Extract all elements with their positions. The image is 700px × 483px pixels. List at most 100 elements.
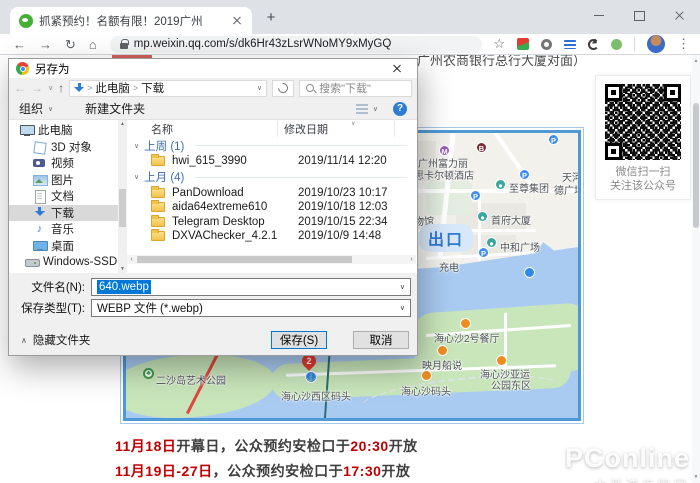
organize-dropdown-icon[interactable]: ∨ (48, 105, 53, 113)
scrollbar-down-icon[interactable]: ▼ (118, 266, 127, 272)
extension-downloader-icon[interactable] (517, 38, 529, 50)
maximize-icon[interactable] (634, 10, 644, 20)
scrollbar-down-icon[interactable]: ▼ (692, 474, 700, 480)
address-dropdown-icon[interactable]: ∨ (257, 84, 262, 92)
page-scrollbar-thumb[interactable] (693, 103, 699, 228)
map-label-hotel2: 思卡尔顿酒店 (414, 167, 474, 182)
address-breadcrumb[interactable]: > 此电脑 > 下载 ∨ (69, 80, 267, 97)
organize-button[interactable]: 组织 (19, 100, 43, 117)
dialog-close-icon[interactable] (384, 59, 410, 78)
help-button[interactable]: ? (393, 102, 407, 116)
sidebar-scrollbar[interactable]: ▲ ▼ (118, 120, 127, 273)
nav-history-chevron-icon[interactable]: ∨ (48, 85, 53, 92)
save-type-dropdown-icon[interactable]: ∨ (400, 304, 405, 312)
group-header-last-week[interactable]: ∨ 上周 (1) (127, 137, 417, 154)
filename-row: 文件名(N): 640.webp ∨ (9, 278, 411, 296)
group-collapse-icon[interactable]: ∨ (134, 173, 139, 181)
breadcrumb-this-pc[interactable]: 此电脑 (95, 80, 130, 96)
sidebar-item-3d-objects[interactable]: 3D 对象 (9, 139, 127, 156)
page-scrollbar[interactable]: ▲ ▼ (692, 55, 700, 483)
back-icon[interactable]: ← (13, 38, 26, 51)
new-folder-button[interactable]: 新建文件夹 (85, 100, 145, 117)
close-window-icon[interactable] (674, 10, 684, 20)
watermark-logo: PConline (565, 443, 690, 474)
file-row[interactable]: Telegram Desktop 2019/10/15 22:34 (127, 215, 417, 230)
filename-value[interactable]: 640.webp (97, 280, 151, 294)
map-label-zhonghe: 中和广场 (500, 239, 540, 254)
restaurant-icon (460, 318, 471, 329)
hscrollbar-thumb[interactable] (137, 256, 352, 263)
extension-green-icon[interactable] (611, 39, 622, 50)
dialog-titlebar[interactable]: 另存为 (9, 59, 417, 78)
cancel-button[interactable]: 取消 (353, 331, 409, 349)
minimize-icon[interactable] (594, 10, 604, 20)
view-dropdown-icon[interactable]: ∨ (373, 105, 378, 113)
file-row[interactable]: aida64extreme610 2019/10/18 12:03 (127, 200, 417, 215)
forward-icon[interactable]: → (39, 38, 52, 51)
save-type-select[interactable]: WEBP 文件 (*.webp) ∨ (91, 299, 411, 317)
new-tab-button[interactable]: + (262, 9, 280, 27)
nav-back-icon[interactable]: ← (14, 82, 26, 94)
home-icon[interactable]: ⌂ (89, 38, 97, 51)
qr-finder-icon (605, 84, 622, 101)
sidebar-label: 视频 (51, 155, 74, 171)
sidebar-item-pictures[interactable]: 图片 (9, 172, 127, 189)
file-list-hscrollbar[interactable]: ‹ › (127, 255, 416, 264)
file-row[interactable]: PanDownload 2019/10/23 10:17 (127, 186, 417, 201)
group-header-last-month[interactable]: ∨ 上月 (4) (127, 169, 417, 186)
qr-code (605, 84, 681, 160)
bookmark-star-icon[interactable]: ☆ (493, 36, 505, 52)
sidebar-item-documents[interactable]: 文档 (9, 188, 127, 205)
view-mode-icon[interactable] (356, 104, 368, 114)
reload-icon[interactable]: ↻ (65, 38, 76, 51)
file-name: hwi_615_3990 (172, 155, 298, 167)
scroll-left-icon[interactable]: ‹ (127, 255, 136, 264)
breadcrumb-downloads[interactable]: 下载 (141, 80, 164, 96)
scroll-right-icon[interactable]: › (407, 255, 416, 264)
sidebar-item-desktop[interactable]: 桌面 (9, 238, 127, 255)
file-row[interactable]: DXVAChecker_4.2.1 2019/10/9 14:48 (127, 229, 417, 244)
crumb-separator: > (87, 83, 92, 93)
save-button[interactable]: 保存(S) (271, 331, 327, 349)
sidebar-item-windows-ssd[interactable]: Windows-SSD (∨ (9, 254, 127, 271)
map-label-west-pier: 海心沙西区码头 (281, 388, 351, 403)
browser-menu-icon[interactable]: ⋮ (677, 36, 690, 52)
nav-forward-icon[interactable]: → (31, 82, 43, 94)
column-header-name[interactable]: 名称 (127, 121, 277, 137)
hide-folders-button[interactable]: ∧ 隐藏文件夹 (21, 332, 90, 348)
tab-close-icon[interactable] (231, 15, 243, 27)
extension-stripes-icon[interactable] (564, 40, 576, 49)
schedule-text: 开放 (381, 463, 410, 479)
sidebar-item-videos[interactable]: 视频 (9, 155, 127, 172)
nav-up-icon[interactable]: ↑ (58, 82, 64, 94)
map-label-yayun2: 公园东区 (491, 377, 531, 392)
extension-ring-icon[interactable] (541, 39, 552, 50)
filename-dropdown-icon[interactable]: ∨ (400, 283, 405, 291)
sidebar-item-music[interactable]: ♪音乐 (9, 221, 127, 238)
sidebar-label: 文档 (51, 188, 74, 204)
address-bar[interactable]: mp.weixin.qq.com/s/dk6Hr43zLsrWNoMY9xMyG… (110, 36, 482, 53)
search-box[interactable]: 搜索"下载" (299, 80, 412, 97)
file-row[interactable]: hwi_615_3990 2019/11/14 12:20 (127, 154, 417, 169)
file-name: DXVAChecker_4.2.1 (172, 230, 298, 242)
group-collapse-icon[interactable]: ∨ (134, 142, 139, 150)
refresh-button[interactable] (272, 80, 294, 97)
scrollbar-up-icon[interactable]: ▲ (692, 58, 700, 64)
sidebar-scrollbar-thumb[interactable] (119, 189, 126, 227)
group-divider (195, 177, 407, 178)
sort-chevron-icon[interactable]: ∨ (351, 120, 355, 127)
navigation-pane: 此电脑 3D 对象 视频 图片 文档 下载 ♪音乐 桌面 Windows-SSD… (9, 120, 127, 273)
sidebar-label: 下载 (51, 205, 74, 221)
profile-avatar[interactable] (647, 35, 665, 53)
scrollbar-up-icon[interactable]: ▲ (118, 121, 127, 127)
filename-input[interactable]: 640.webp ∨ (91, 278, 411, 296)
sidebar-item-this-pc[interactable]: 此电脑 (9, 122, 127, 139)
sidebar-item-downloads[interactable]: 下载 (9, 205, 127, 222)
column-header-date[interactable]: 修改日期 (277, 121, 395, 137)
parking-icon: P (478, 247, 489, 258)
browser-tab[interactable]: 抓紧预约！名额有限！2019广州 (10, 7, 252, 34)
parking-icon: P (519, 169, 530, 180)
url-text[interactable]: mp.weixin.qq.com/s/dk6Hr43zLsrWNoMY9xMyG… (134, 38, 392, 50)
extension-arrow-icon[interactable] (588, 39, 599, 50)
save-as-dialog: 另存为 ← → ∨ ↑ > 此电脑 > 下载 ∨ 搜索"下载" (8, 58, 418, 356)
